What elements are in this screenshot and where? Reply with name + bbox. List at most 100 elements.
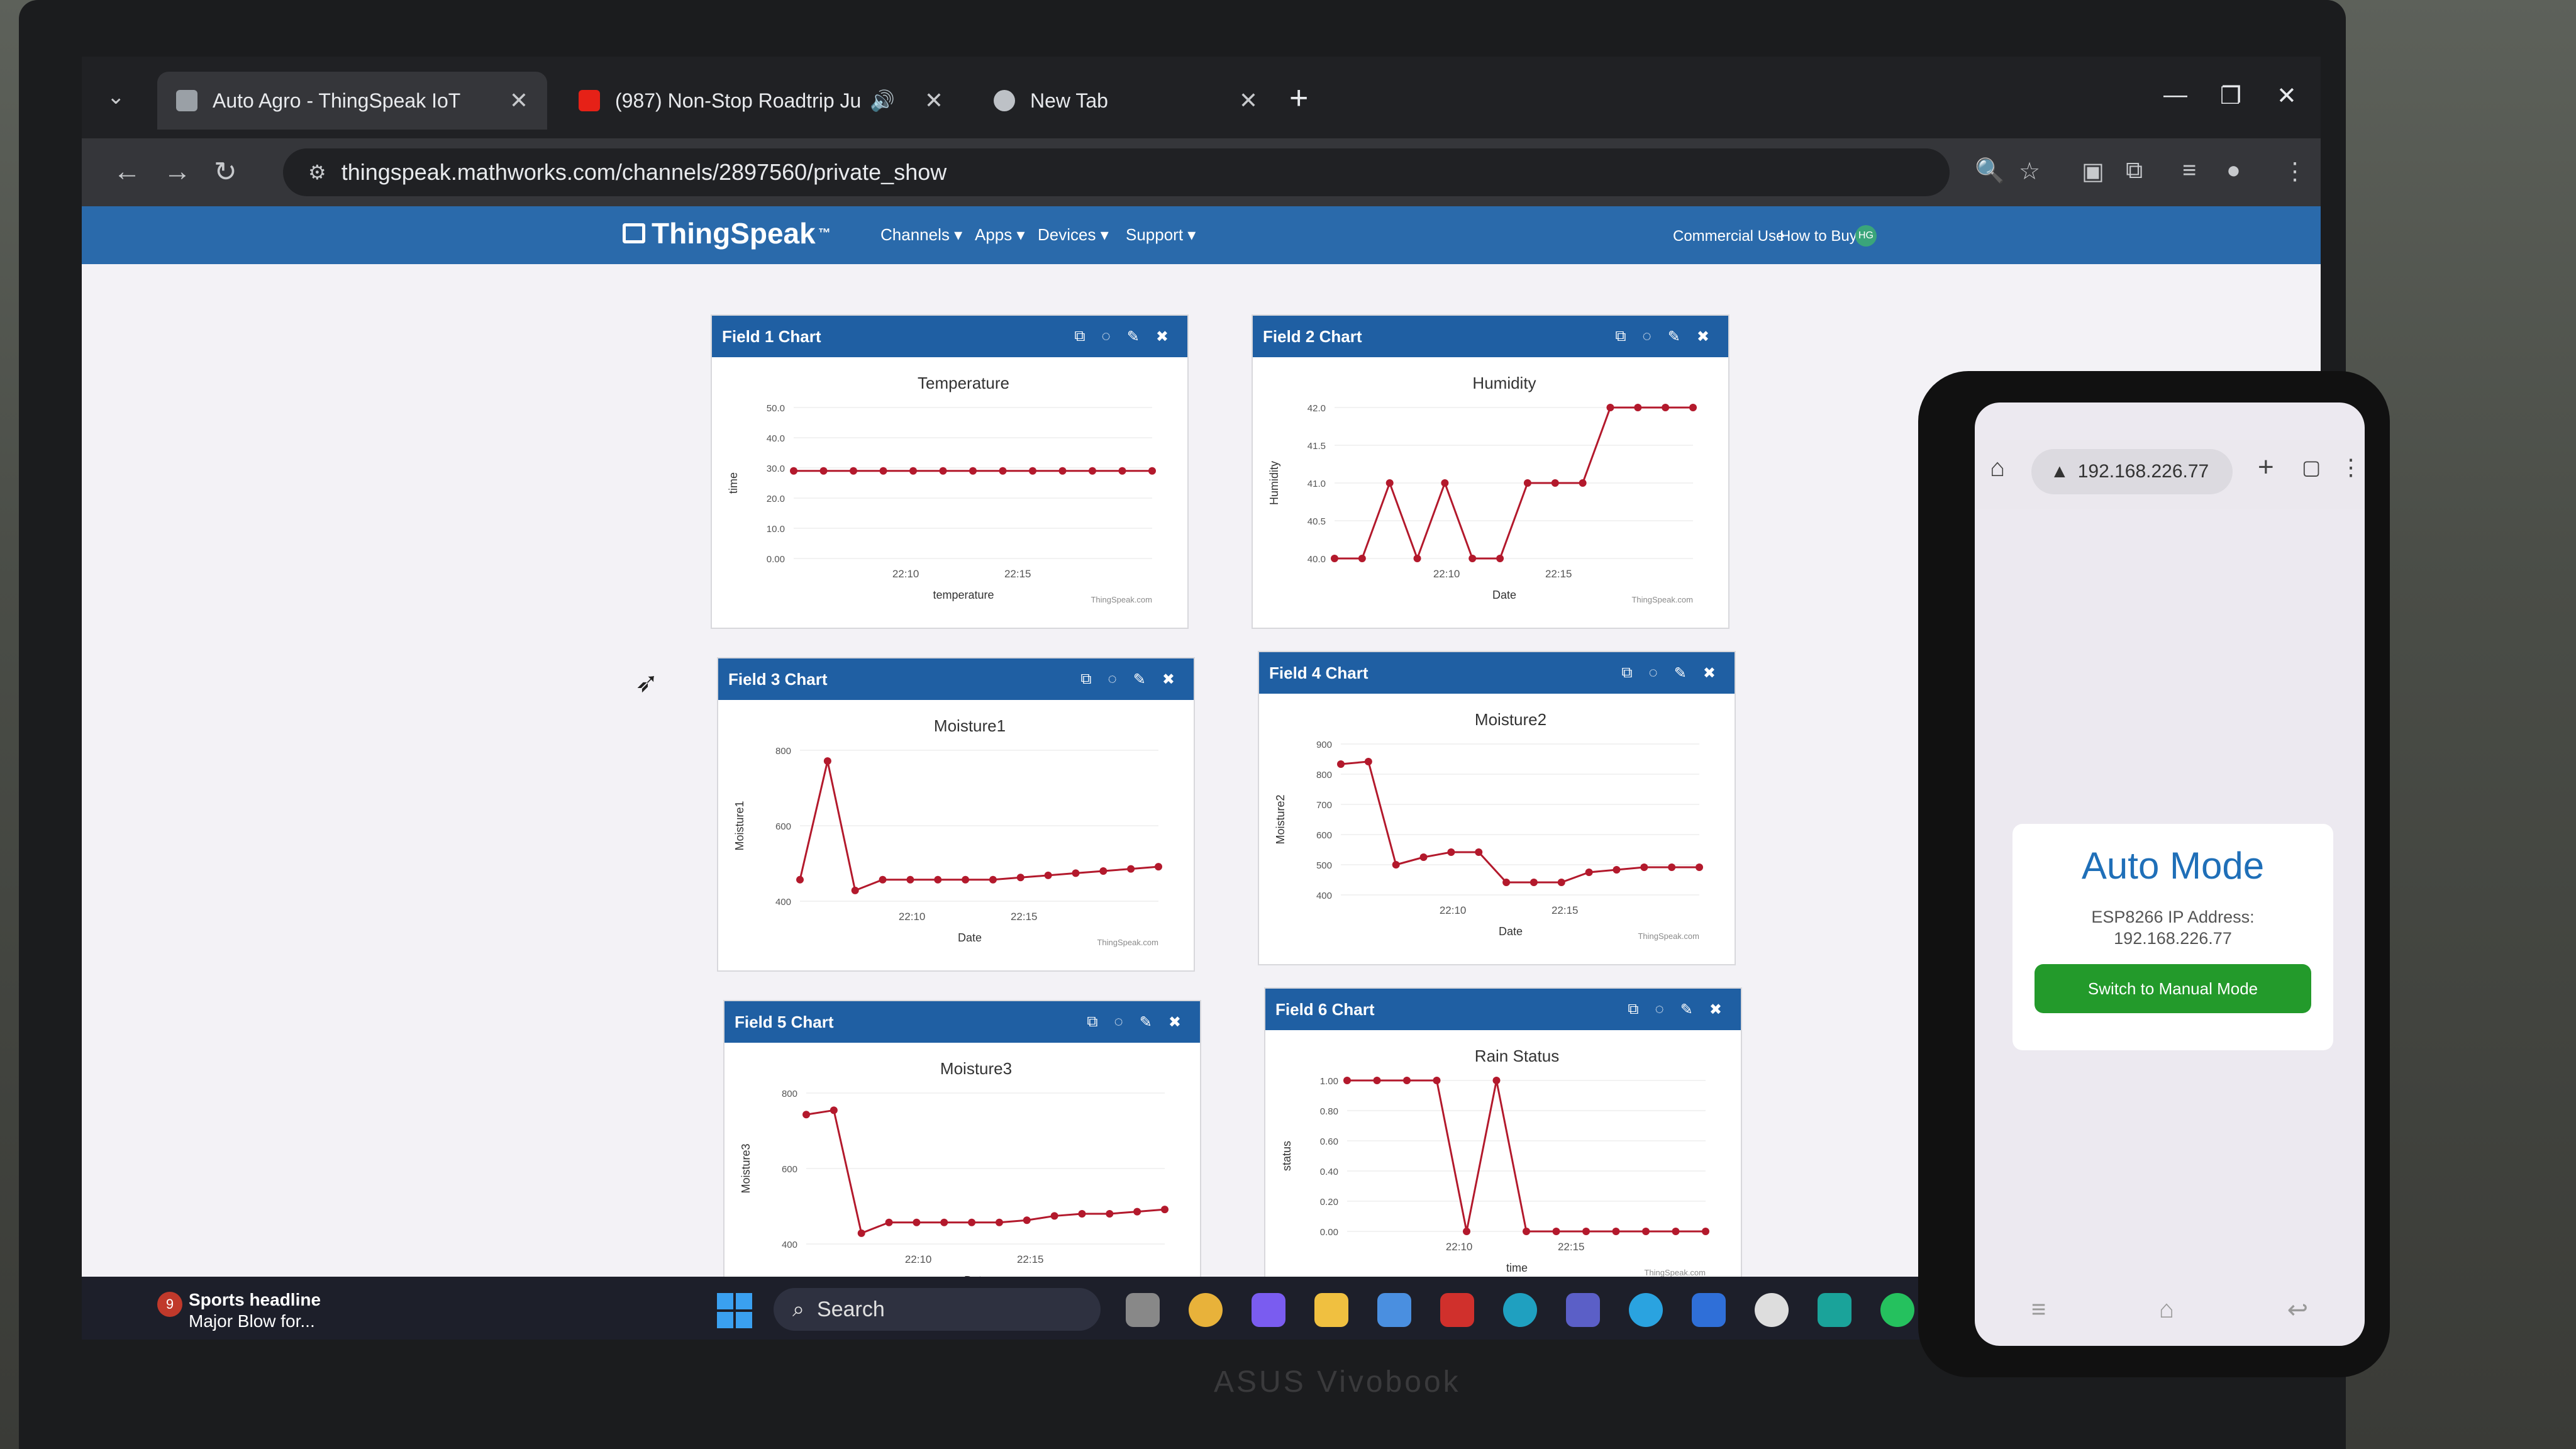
chrome-app-icon[interactable] (1189, 1293, 1223, 1327)
nav-how-to-buy[interactable]: How to Buy (1780, 228, 1857, 245)
task-view-icon[interactable] (1126, 1293, 1160, 1327)
y-tick-label: 41.5 (1307, 441, 1326, 452)
mcafee-app-icon[interactable] (1440, 1293, 1474, 1327)
tabs-count-icon[interactable]: ▢ (2302, 455, 2321, 479)
address-bar[interactable]: ⚙ thingspeak.mathworks.com/channels/2897… (283, 148, 1950, 196)
data-point (1640, 863, 1648, 871)
home-icon[interactable]: ⌂ (1990, 454, 2005, 482)
bookmark-star-icon[interactable]: ☆ (2019, 157, 2040, 186)
tab-search-chevron-icon[interactable]: ⌄ (107, 84, 125, 109)
phone-menu-icon[interactable]: ⋮ (2340, 454, 2362, 480)
phone-address-bar[interactable]: ▲ 192.168.226.77 (2031, 449, 2233, 494)
close-icon[interactable]: ✖ (1162, 670, 1175, 689)
tab-new-tab[interactable]: New Tab ✕ (975, 72, 1277, 130)
user-avatar[interactable]: HG (1855, 225, 1877, 247)
search-label: Search (817, 1297, 885, 1321)
site-info-icon[interactable]: ⚙ (308, 160, 326, 184)
open-external-icon[interactable]: ⧉ (1087, 1013, 1097, 1031)
y-tick-label: 800 (782, 1089, 797, 1099)
nav-commercial-use[interactable]: Commercial Use (1673, 228, 1784, 245)
youtube-favicon-icon (579, 90, 600, 111)
close-icon[interactable]: ✖ (1703, 664, 1716, 682)
x-tick-label: 22:15 (1004, 568, 1031, 580)
comment-icon[interactable]: ◌ (1649, 664, 1658, 682)
phone-screen: ⌂ ▲ 192.168.226.77 + ▢ ⋮ Auto Mode ESP82… (1975, 402, 2365, 1346)
file-explorer-icon[interactable] (1314, 1293, 1348, 1327)
data-point (1613, 866, 1621, 874)
minimize-icon[interactable]: — (2163, 82, 2187, 109)
nav-apps[interactable]: Apps ▾ (975, 225, 1025, 245)
media-icon[interactable]: ≡ (2182, 157, 2196, 184)
taskbar-search[interactable]: ⌕ Search (774, 1288, 1101, 1331)
reload-icon[interactable]: ↻ (214, 156, 237, 188)
data-point (1642, 1228, 1650, 1235)
whatsapp-app-icon[interactable] (1880, 1293, 1914, 1327)
comment-icon[interactable]: ◌ (1655, 1001, 1664, 1019)
open-external-icon[interactable]: ⧉ (1080, 670, 1091, 689)
close-tab-icon[interactable]: ✕ (924, 87, 943, 114)
telegram-app-icon[interactable] (1629, 1293, 1663, 1327)
comment-icon[interactable]: ◌ (1643, 328, 1652, 346)
tab-auto-agro[interactable]: Auto Agro - ThingSpeak IoT ✕ (157, 72, 547, 130)
profile-icon[interactable]: ● (2226, 157, 2241, 184)
open-external-icon[interactable]: ⧉ (1621, 664, 1632, 682)
copilot-app-icon[interactable] (1252, 1293, 1285, 1327)
y-axis-label: Moisture3 (740, 1143, 752, 1193)
y-tick-label: 40.0 (1307, 554, 1326, 565)
tab-youtube[interactable]: (987) Non-Stop Roadtrip Ju 🔊 ✕ (560, 72, 962, 130)
nav-devices[interactable]: Devices ▾ (1038, 225, 1109, 245)
data-point (1099, 867, 1108, 875)
nav-support[interactable]: Support ▾ (1126, 225, 1196, 245)
extensions-icon[interactable]: ⧉ (2126, 157, 2143, 184)
back-nav-icon[interactable]: ↩ (2287, 1296, 2309, 1324)
todo-app-icon[interactable] (1692, 1293, 1726, 1327)
close-icon[interactable]: ✖ (1709, 1001, 1722, 1019)
news-widget[interactable]: Sports headline Major Blow for... (189, 1289, 321, 1332)
open-external-icon[interactable]: ⧉ (1615, 328, 1626, 346)
new-tab-plus-icon[interactable]: + (1289, 79, 1308, 117)
edit-pencil-icon[interactable]: ✎ (1674, 664, 1687, 682)
data-point (1155, 863, 1162, 871)
edit-pencil-icon[interactable]: ✎ (1668, 328, 1680, 346)
zoom-icon[interactable]: 🔍 (1975, 157, 2004, 185)
close-icon[interactable]: ✖ (1169, 1013, 1181, 1031)
open-external-icon[interactable]: ⧉ (1628, 1001, 1638, 1019)
watermark-label: ThingSpeak.com (1644, 1268, 1706, 1277)
recents-icon[interactable]: ≡ (2031, 1296, 2046, 1324)
teams-app-icon[interactable] (1566, 1293, 1600, 1327)
x-axis-label: Date (958, 931, 982, 944)
switch-manual-mode-button[interactable]: Switch to Manual Mode (2035, 964, 2311, 1013)
home-nav-icon[interactable]: ⌂ (2159, 1296, 2174, 1324)
edit-pencil-icon[interactable]: ✎ (1140, 1013, 1152, 1031)
forward-arrow-icon[interactable]: → (164, 156, 191, 187)
speaker-icon[interactable]: 🔊 (870, 89, 895, 113)
close-icon[interactable]: ✖ (1156, 328, 1169, 346)
comment-icon[interactable]: ◌ (1114, 1013, 1123, 1031)
translate-icon[interactable]: ▣ (2082, 157, 2104, 186)
open-external-icon[interactable]: ⧉ (1074, 328, 1085, 346)
data-point (1029, 467, 1036, 475)
menu-kebab-icon[interactable]: ⋮ (2283, 157, 2307, 186)
store-app-icon[interactable] (1377, 1293, 1411, 1327)
edge-app-icon[interactable] (1503, 1293, 1537, 1327)
data-point (1530, 879, 1538, 886)
clock-app-icon[interactable] (1755, 1293, 1789, 1327)
edit-pencil-icon[interactable]: ✎ (1680, 1001, 1693, 1019)
maximize-icon[interactable]: ❐ (2220, 82, 2241, 110)
edit-pencil-icon[interactable]: ✎ (1133, 670, 1146, 689)
data-point (1668, 863, 1676, 871)
close-tab-icon[interactable]: ✕ (509, 87, 528, 114)
close-icon[interactable]: ✖ (1697, 328, 1709, 346)
new-tab-plus-icon[interactable]: + (2258, 452, 2274, 483)
nav-channels[interactable]: Channels ▾ (880, 225, 962, 245)
close-tab-icon[interactable]: ✕ (1239, 87, 1258, 114)
close-window-icon[interactable]: ✕ (2277, 82, 2297, 110)
comment-icon[interactable]: ◌ (1108, 670, 1117, 689)
back-arrow-icon[interactable]: ← (113, 156, 141, 187)
windows-start-icon[interactable] (717, 1293, 752, 1328)
arduino-app-icon[interactable] (1818, 1293, 1852, 1327)
comment-icon[interactable]: ◌ (1102, 328, 1111, 346)
y-tick-label: 400 (775, 897, 791, 908)
thingspeak-logo[interactable]: ThingSpeak ™ (623, 216, 831, 250)
edit-pencil-icon[interactable]: ✎ (1127, 328, 1140, 346)
